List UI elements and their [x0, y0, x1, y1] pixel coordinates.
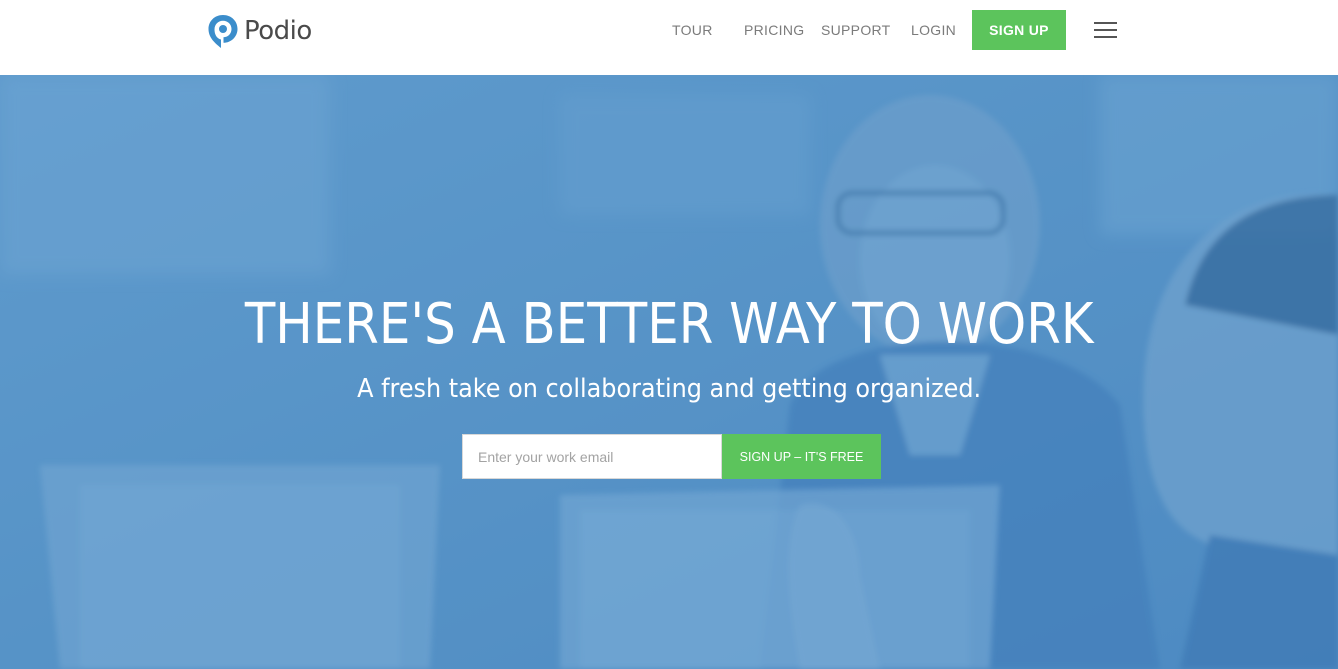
nav-support-link[interactable]: SUPPORT: [821, 22, 891, 38]
top-navigation-bar: Podio TOUR PRICING SUPPORT LOGIN SIGN UP: [0, 0, 1338, 75]
hero-section: THERE'S A BETTER WAY TO WORK A fresh tak…: [0, 75, 1338, 669]
hamburger-menu-icon[interactable]: [1094, 22, 1118, 38]
logo-text: Podio: [244, 16, 312, 46]
hero-subheadline: A fresh take on collaborating and gettin…: [357, 374, 982, 404]
work-email-input[interactable]: [462, 434, 722, 479]
hero-headline: THERE'S A BETTER WAY TO WORK: [244, 292, 1094, 357]
nav-tour-link[interactable]: TOUR: [672, 22, 713, 38]
podio-logo[interactable]: Podio: [206, 12, 312, 50]
hero-signup-free-button[interactable]: SIGN UP – IT'S FREE: [722, 434, 881, 479]
hero-background-photo: [0, 75, 1338, 669]
nav-pricing-link[interactable]: PRICING: [744, 22, 804, 38]
header-signup-button[interactable]: SIGN UP: [972, 10, 1066, 50]
podio-logo-icon: [208, 15, 238, 48]
nav-login-link[interactable]: LOGIN: [911, 22, 956, 38]
